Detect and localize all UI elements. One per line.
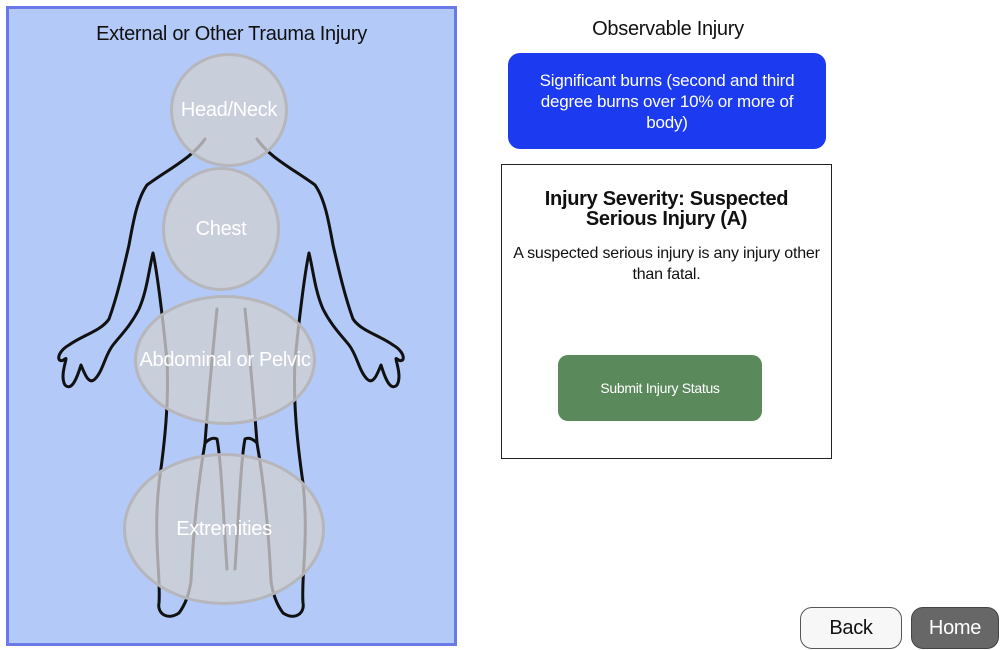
body-map-panel: External or Other Trauma Injury Head/Nec… <box>6 6 457 646</box>
head-neck-label: Head/Neck <box>180 98 278 121</box>
chest-region[interactable]: Chest <box>162 167 280 291</box>
extremities-region[interactable]: Extremities <box>123 453 325 605</box>
extremities-label: Extremities <box>176 517 272 540</box>
head-neck-region[interactable]: Head/Neck <box>170 53 288 167</box>
home-button[interactable]: Home <box>911 607 999 649</box>
selected-injury-button[interactable]: Significant burns (second and third degr… <box>508 53 826 149</box>
home-label: Home <box>928 616 982 639</box>
severity-description: A suspected serious injury is any injury… <box>513 245 820 283</box>
severity-title: Injury Severity: Suspected Serious Injur… <box>544 188 789 230</box>
injury-screen: External or Other Trauma Injury Head/Nec… <box>0 0 1001 650</box>
severity-card: Injury Severity: Suspected Serious Injur… <box>501 164 832 459</box>
back-label: Back <box>829 616 873 639</box>
submit-injury-button[interactable]: Submit Injury Status <box>558 355 762 421</box>
submit-injury-label: Submit Injury Status <box>600 380 720 396</box>
abdominal-pelvic-label: Abdominal or Pelvic <box>139 348 311 371</box>
back-button[interactable]: Back <box>800 607 902 649</box>
chest-label: Chest <box>195 217 247 240</box>
abdominal-pelvic-region[interactable]: Abdominal or Pelvic <box>134 295 316 425</box>
observable-injury-title: Observable Injury <box>592 18 744 40</box>
selected-injury-label: Significant burns (second and third degr… <box>539 70 795 132</box>
